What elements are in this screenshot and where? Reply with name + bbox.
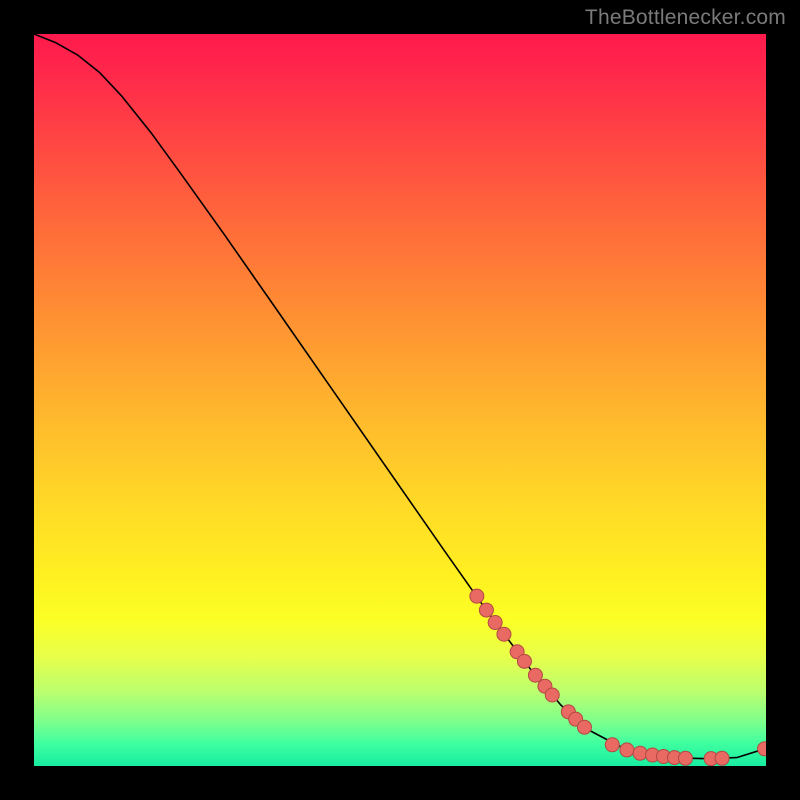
scatter-group <box>470 589 766 766</box>
watermark-text: TheBottlenecker.com <box>585 6 786 30</box>
scatter-layer <box>34 34 766 766</box>
scatter-dot <box>633 746 647 760</box>
scatter-dot <box>517 654 531 668</box>
scatter-dot <box>715 751 729 765</box>
scatter-dot <box>479 603 493 617</box>
scatter-dot <box>605 738 619 752</box>
scatter-dot <box>678 751 692 765</box>
scatter-dot <box>497 627 511 641</box>
scatter-dot <box>528 668 542 682</box>
plot-area <box>34 34 766 766</box>
scatter-dot <box>545 688 559 702</box>
scatter-dot <box>470 589 484 603</box>
scatter-dot <box>577 720 591 734</box>
chart-stage: TheBottlenecker.com <box>0 0 800 800</box>
scatter-dot <box>620 743 634 757</box>
scatter-dot <box>488 616 502 630</box>
scatter-dot <box>758 742 766 756</box>
